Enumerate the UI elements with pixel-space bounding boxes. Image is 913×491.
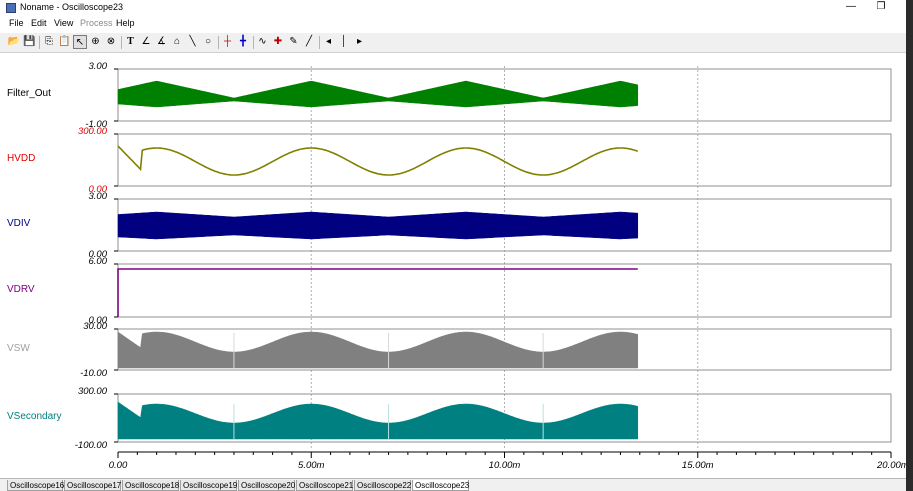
menu-process: Process (80, 18, 113, 28)
title-bar: Noname - Oscilloscope23 — ❐ (0, 0, 906, 16)
toolbar-separator (217, 36, 219, 49)
trace-label-vsecondary: VSecondary (7, 411, 62, 422)
tab-oscilloscope16[interactable]: Oscilloscope16 (7, 480, 64, 491)
waveform-icon[interactable]: ∿ (256, 35, 270, 49)
x-tick-label: 0.00 (108, 460, 128, 471)
menu-view[interactable]: View (54, 18, 73, 28)
waveform-plot[interactable] (0, 54, 906, 478)
cursor2-icon[interactable]: ╋ (236, 35, 250, 49)
tab-oscilloscope23[interactable]: Oscilloscope23 (412, 480, 469, 491)
tab-oscilloscope22[interactable]: Oscilloscope22 (354, 480, 411, 491)
circle-icon[interactable]: ○ (201, 35, 215, 49)
probe-icon[interactable]: ∠ (139, 35, 153, 49)
add-trace-icon[interactable]: ✚ (271, 35, 285, 49)
menu-edit[interactable]: Edit (31, 18, 47, 28)
step-icon[interactable]: │ (337, 35, 351, 49)
y-min-label: -100.00 (74, 440, 107, 451)
trace-filter-out (117, 80, 639, 108)
toolbar-separator (120, 36, 122, 49)
window-title: Noname - Oscilloscope23 (20, 2, 124, 12)
trace-vsecondary (117, 401, 639, 440)
ramp-icon[interactable]: ╱ (302, 35, 316, 49)
y-max-label: 300.00 (77, 126, 107, 137)
copy-icon[interactable]: ⎘ (42, 35, 56, 49)
trace-label-filter_out: Filter_Out (7, 88, 51, 99)
oscilloscope-window: Noname - Oscilloscope23 — ❐ File Edit View… (0, 0, 907, 491)
x-tick-label: 10.00m (488, 460, 521, 471)
y-max-label: 300.00 (77, 386, 107, 397)
zoom-in-icon[interactable]: ⊕ (89, 35, 103, 49)
tab-oscilloscope19[interactable]: Oscilloscope19 (180, 480, 237, 491)
toolbar-separator (252, 36, 254, 49)
marker-icon[interactable]: ⌂ (170, 35, 184, 49)
trace-label-vdiv: VDIV (7, 218, 31, 229)
menu-help[interactable]: Help (116, 18, 135, 28)
zoom-area-icon[interactable]: ⊗ (104, 35, 118, 49)
probe2-icon[interactable]: ∡ (155, 35, 169, 49)
trace-vdiv (117, 211, 639, 240)
app-icon (6, 3, 16, 13)
trace-label-vsw: VSW (7, 342, 30, 354)
y-max-label: 30.00 (83, 321, 107, 332)
pointer-icon[interactable]: ↖ (73, 35, 87, 49)
trace-vdrv (117, 268, 638, 317)
x-tick-label: 20.00m (877, 460, 907, 471)
toolbar-separator (39, 36, 40, 49)
pen-icon[interactable]: ✎ (287, 35, 301, 49)
open-icon[interactable]: 📂 (7, 35, 21, 49)
line-icon[interactable]: ╲ (186, 35, 200, 49)
tab-oscilloscope18[interactable]: Oscilloscope18 (122, 480, 179, 491)
restore-icon[interactable]: ❐ (866, 0, 896, 16)
tab-oscilloscope20[interactable]: Oscilloscope20 (238, 480, 295, 491)
plot-area[interactable]: Filter_Out 3.00 -1.00 HVDD 300.00 0.00 VDIV 3.0… (0, 54, 907, 478)
tab-oscilloscope21[interactable]: Oscilloscope21 (296, 480, 353, 491)
tab-bar: Oscilloscope16 Oscilloscope17 Oscilloscope… (0, 478, 906, 491)
y-min-label: -10.00 (80, 368, 107, 379)
left-icon[interactable]: ◂ (322, 35, 336, 49)
toolbar-separator (318, 36, 320, 49)
window-edge (906, 0, 913, 491)
trace-label-vdrv: VDRV (7, 283, 35, 295)
menu-file[interactable]: File (9, 18, 24, 28)
save-icon[interactable]: 💾 (23, 35, 37, 49)
y-max-label: 3.00 (88, 191, 108, 202)
cursor-icon[interactable]: ┼ (221, 35, 235, 49)
minimize-icon[interactable]: — (836, 0, 866, 16)
menu-bar: File Edit View Process Help (0, 16, 906, 32)
y-max-label: 6.00 (88, 256, 108, 267)
right-icon[interactable]: ▸ (353, 35, 367, 49)
text-icon[interactable]: T (124, 35, 138, 49)
x-tick-label: 5.00m (298, 460, 325, 471)
y-max-label: 3.00 (88, 61, 108, 72)
toolbar: 📂 💾 ⎘ 📋 ↖ ⊕ ⊗ T ∠ ∡ ⌂ ╲ ○ ┼ ╋ ∿ ✚ ✎ ╱ ◂ │ ▸ (0, 33, 906, 53)
trace-hvdd (117, 145, 639, 176)
paste-icon[interactable]: 📋 (58, 35, 72, 49)
tab-oscilloscope17[interactable]: Oscilloscope17 (64, 480, 121, 491)
trace-label-hvdd: HVDD (7, 153, 36, 164)
trace-vsw (117, 331, 639, 369)
x-tick-label: 15.00m (681, 460, 714, 471)
